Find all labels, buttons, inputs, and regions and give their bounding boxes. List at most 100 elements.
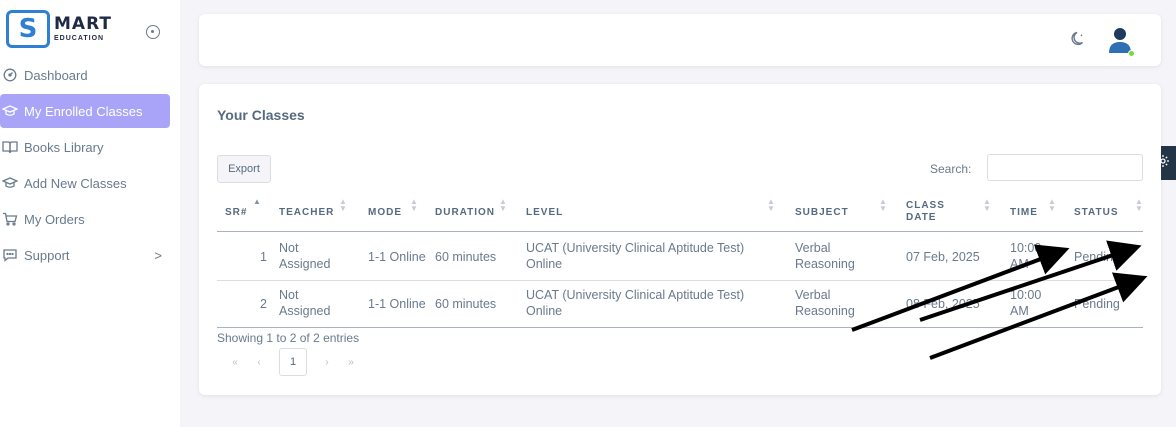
column-header-teacher[interactable]: TEACHER xyxy=(279,192,334,232)
cell-line: UCAT (University Clinical Aptitude Test) xyxy=(526,288,745,302)
cell-time: 10:00 AM xyxy=(1010,240,1041,272)
chevron-right-icon: > xyxy=(154,248,162,263)
sort-icon: ▲ ▼ xyxy=(499,197,507,213)
column-header-duration[interactable]: DURATION xyxy=(435,192,495,232)
online-status-dot xyxy=(1128,50,1135,57)
table-row: 2 Not Assigned 1-1 Online 60 minutes UCAT… xyxy=(217,280,1143,328)
sort-icon: ▲ ▼ xyxy=(410,197,418,213)
logo-name: MART xyxy=(54,14,112,34)
header-label-line: CLASS xyxy=(906,200,945,211)
header-label: TIME xyxy=(1010,206,1038,218)
sidebar-item-my-enrolled-classes[interactable]: My Enrolled Classes xyxy=(0,94,170,128)
sort-icon: ▲ ▼ xyxy=(1048,197,1056,213)
cell-subject: Verbal Reasoning xyxy=(795,240,855,272)
cell-mode: 1-1 Online xyxy=(368,297,426,311)
dashboard-icon xyxy=(2,67,18,83)
cell-line: Not xyxy=(279,241,299,255)
column-header-class-date[interactable]: CLASS DATE xyxy=(906,192,945,232)
chat-icon xyxy=(2,247,18,263)
column-header-time[interactable]: TIME xyxy=(1010,192,1038,232)
header-label-line: DATE xyxy=(906,212,937,223)
sort-icon: ▲ ▼ xyxy=(767,197,775,213)
card-title: Your Classes xyxy=(217,107,305,123)
header-label: SR# xyxy=(225,206,248,218)
column-header-subject[interactable]: SUBJECT xyxy=(795,192,849,232)
sidebar-item-books-library[interactable]: Books Library xyxy=(0,130,180,164)
cell-line: 10:00 xyxy=(1010,288,1042,302)
cell-line: Verbal xyxy=(795,241,831,255)
sidebar: S MART EDUCATION Dashboard My Enrolled C… xyxy=(0,0,180,427)
cell-line: 10:00 xyxy=(1010,241,1042,255)
logo-tagline: EDUCATION xyxy=(54,35,105,42)
cell-line: AM xyxy=(1010,257,1029,271)
sidebar-item-my-orders[interactable]: My Orders xyxy=(0,202,180,236)
sidebar-item-support[interactable]: Support > xyxy=(0,238,180,272)
sidebar-item-label: Support xyxy=(24,247,70,263)
search-input[interactable] xyxy=(987,154,1143,181)
sidebar-item-label: Dashboard xyxy=(24,67,88,83)
column-header-mode[interactable]: MODE xyxy=(368,192,402,232)
cell-time: 10:00 AM xyxy=(1010,287,1041,319)
sidebar-item-label: My Orders xyxy=(24,211,85,227)
sidebar-menu: Dashboard My Enrolled Classes Books Libr… xyxy=(0,58,180,274)
search-label: Search: xyxy=(930,162,972,176)
cell-line: AM xyxy=(1010,304,1029,318)
cell-line: Assigned xyxy=(279,257,331,271)
graduation-cap-icon xyxy=(2,103,18,119)
brand-logo[interactable]: S MART EDUCATION xyxy=(6,10,112,48)
sidebar-item-add-new-classes[interactable]: Add New Classes xyxy=(0,166,180,200)
sort-asc-icon: ▲ xyxy=(253,197,261,206)
sort-icon: ▲ ▼ xyxy=(1135,197,1143,213)
header-label: LEVEL xyxy=(526,206,564,218)
cell-line: Online xyxy=(526,257,563,271)
column-header-sr[interactable]: SR# xyxy=(225,192,247,232)
sidebar-item-label: Add New Classes xyxy=(24,175,127,191)
cell-line: Reasoning xyxy=(795,257,855,271)
cell-duration: 60 minutes xyxy=(435,297,497,311)
next-page-button[interactable]: › xyxy=(315,357,339,368)
sidebar-item-label: My Enrolled Classes xyxy=(24,103,143,119)
cell-subject: Verbal Reasoning xyxy=(795,287,855,319)
prev-page-button[interactable]: ‹ xyxy=(247,357,271,368)
sort-icon: ▲ ▼ xyxy=(339,197,347,213)
column-header-status[interactable]: STATUS xyxy=(1074,192,1119,232)
sidebar-item-dashboard[interactable]: Dashboard xyxy=(0,58,180,92)
last-page-button[interactable]: » xyxy=(339,357,363,368)
header-label: STATUS xyxy=(1074,206,1119,218)
cell-date: 07 Feb, 2025 xyxy=(906,250,980,264)
book-icon xyxy=(2,139,18,155)
cell-mode: 1-1 Online xyxy=(368,250,426,264)
header-label: CLASS DATE xyxy=(906,200,945,224)
cell-level: UCAT (University Clinical Aptitude Test)… xyxy=(526,240,744,272)
cell-line: UCAT (University Clinical Aptitude Test) xyxy=(526,241,745,255)
cell-line: Reasoning xyxy=(795,304,855,318)
cell-line: Assigned xyxy=(279,304,331,318)
cell-status: Pending xyxy=(1074,297,1120,311)
sidebar-item-label: Books Library xyxy=(24,139,104,155)
cell-line: Verbal xyxy=(795,288,831,302)
cell-level: UCAT (University Clinical Aptitude Test)… xyxy=(526,287,744,319)
cell-sr: 1 xyxy=(260,250,267,264)
cell-duration: 60 minutes xyxy=(435,250,497,264)
sort-icon: ▲ ▼ xyxy=(879,197,887,213)
column-header-level[interactable]: LEVEL xyxy=(526,192,563,232)
logo-mark: S xyxy=(6,10,50,48)
classes-card: Your Classes Export Search: SR# ▲ TEACHE… xyxy=(199,84,1161,395)
cell-date: 08 Feb, 2025 xyxy=(906,297,980,311)
cell-line: Not xyxy=(279,288,299,302)
first-page-button[interactable]: « xyxy=(223,357,247,368)
graduation-cap-icon xyxy=(2,175,18,191)
moon-icon[interactable] xyxy=(1069,30,1087,53)
cell-sr: 2 xyxy=(260,297,267,311)
page-1-button[interactable]: 1 xyxy=(279,348,307,376)
header-label: DURATION xyxy=(435,206,496,218)
table-header: SR# ▲ TEACHER ▲ ▼ MODE ▲ ▼ DURATION ▲ ▼ LEV… xyxy=(217,192,1143,232)
header-label: MODE xyxy=(368,206,402,218)
header-label: TEACHER xyxy=(279,206,335,218)
cell-status: Pending xyxy=(1074,250,1120,264)
export-button[interactable]: Export xyxy=(217,155,271,183)
sidebar-toggle-icon[interactable] xyxy=(146,25,160,39)
logo-text: MART EDUCATION xyxy=(54,14,112,43)
cell-line: Online xyxy=(526,304,563,318)
cell-teacher: Not Assigned xyxy=(279,240,330,272)
